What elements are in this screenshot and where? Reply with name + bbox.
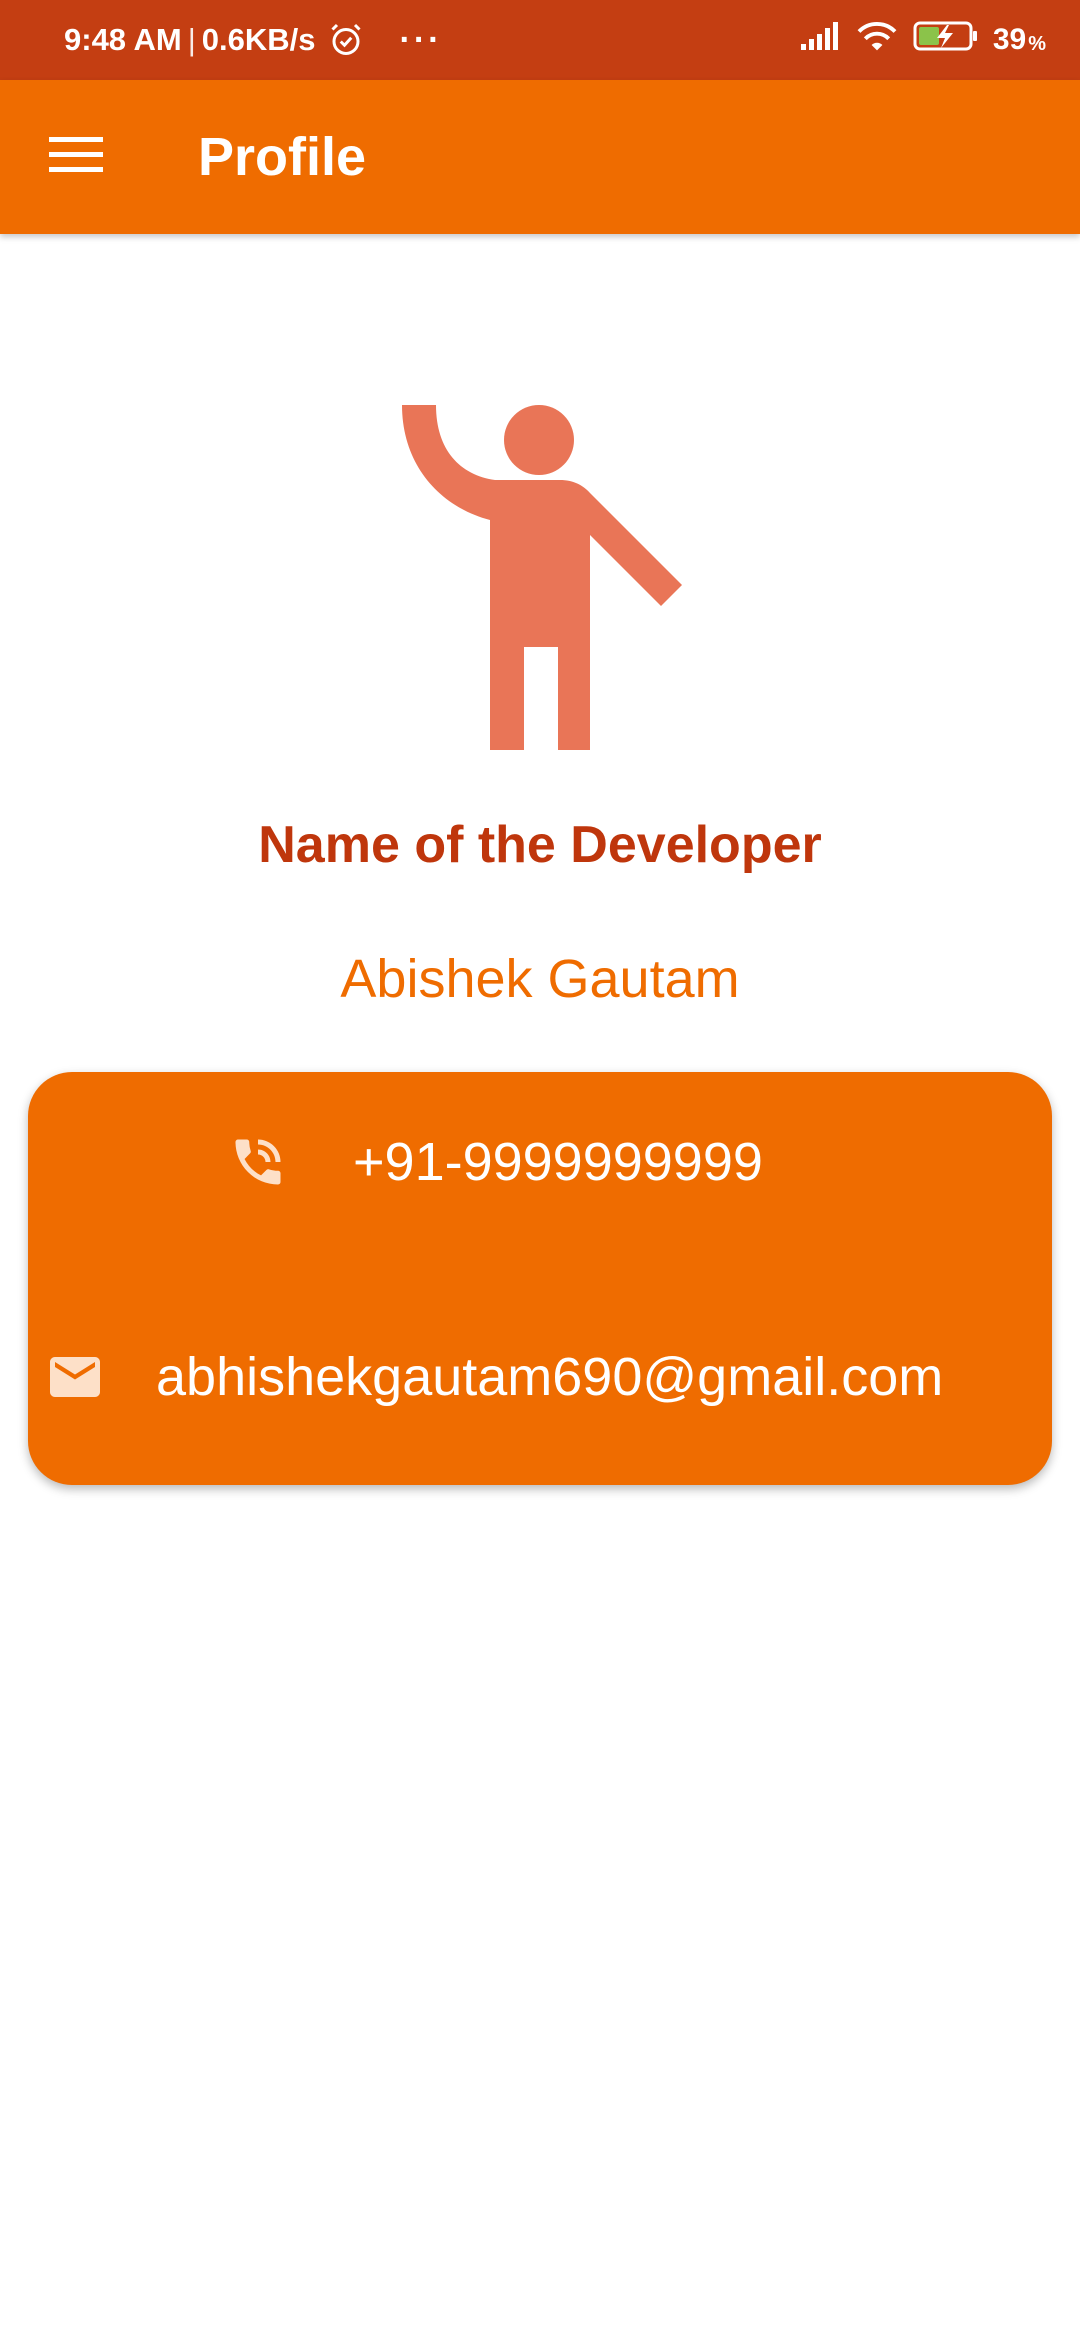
status-left: 9:48 AM | 0.6KB/s ··· [64,0,442,80]
status-time: 9:48 AM [64,22,182,57]
email-address[interactable]: abhishekgautam690@gmail.com [156,1346,943,1408]
alarm-icon [328,22,364,58]
phone-row[interactable]: +91-9999999999 [223,1127,763,1197]
app-bar: Profile [0,80,1080,234]
person-waving-icon [390,395,700,755]
network-speed: 0.6KB/s [201,22,316,57]
signal-icon [799,20,841,60]
email-row[interactable]: abhishekgautam690@gmail.com [40,1342,943,1412]
phone-in-talk-icon [223,1127,293,1197]
status-bar: 9:48 AM | 0.6KB/s ··· 39 % [0,0,1080,80]
page-title: Profile [198,127,367,187]
more-notifications-icon: ··· [399,20,443,59]
hamburger-menu-icon [49,135,103,180]
battery-unit: % [1028,32,1046,55]
battery-level: 39 [992,23,1027,56]
email-icon [40,1342,110,1412]
developer-name-heading: Name of the Developer [258,816,822,874]
menu-button[interactable] [40,125,112,189]
phone-number[interactable]: +91-9999999999 [353,1131,763,1193]
battery-charging-icon [913,20,979,60]
status-right: 39 % [799,0,1046,80]
wifi-icon [855,18,899,62]
status-separator: | [187,22,196,57]
developer-name: Abishek Gautam [340,949,740,1009]
contact-card: +91-9999999999 abhishekgautam690@gmail.c… [28,1072,1052,1485]
